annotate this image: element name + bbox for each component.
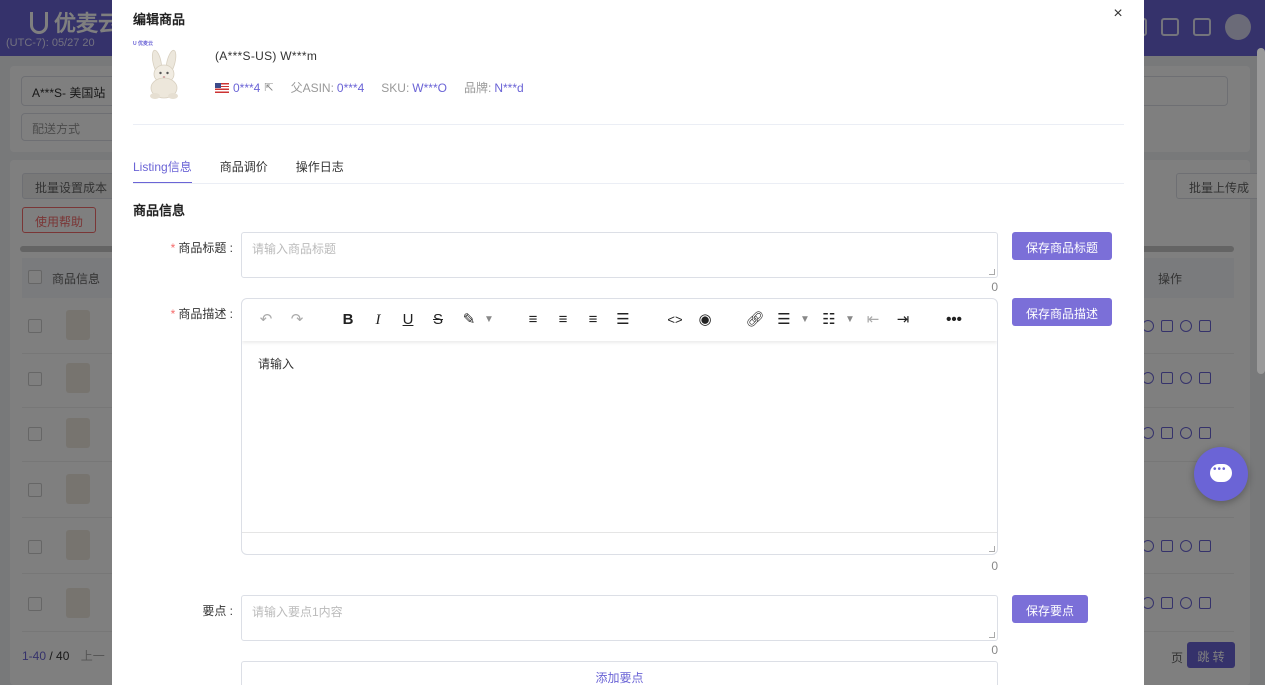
numbered-list-icon[interactable]: ☷ xyxy=(820,309,838,331)
title-placeholder: 请输入商品标题 xyxy=(252,242,337,256)
align-right-icon[interactable]: ≡ xyxy=(584,309,602,331)
title-char-count: 0 xyxy=(991,280,998,294)
desc-label: * 商品描述 : xyxy=(170,307,233,321)
brand-label: 品牌: xyxy=(463,81,492,95)
outdent-icon[interactable]: ⇤ xyxy=(864,309,882,331)
parent-asin-value[interactable]: 0***4 xyxy=(337,81,364,95)
more-icon[interactable]: ••• xyxy=(944,309,964,331)
undo-icon[interactable]: ↶ xyxy=(257,309,275,331)
save-bullet-button[interactable]: 保存要点 xyxy=(1012,595,1089,623)
asin-link[interactable]: 0***4 xyxy=(233,81,260,95)
tab-bar: Listing信息 商品调价 操作日志 xyxy=(133,150,372,184)
sku-value[interactable]: W***O xyxy=(412,81,447,95)
product-image-logo: U 优麦云 xyxy=(133,41,154,47)
bullet-char-count: 0 xyxy=(991,643,998,657)
align-center-icon[interactable]: ≡ xyxy=(554,309,572,331)
title-input[interactable]: 请输入商品标题 xyxy=(241,232,998,278)
modal-title: 编辑商品 xyxy=(133,12,186,27)
italic-icon[interactable]: I xyxy=(369,309,387,331)
tab-price-adjust[interactable]: 商品调价 xyxy=(220,150,268,184)
tab-divider xyxy=(133,183,1124,184)
align-justify-icon[interactable]: ☰ xyxy=(614,309,632,331)
underline-icon[interactable]: U xyxy=(399,309,417,331)
chevron-down-icon[interactable]: ▼ xyxy=(799,309,811,331)
strikethrough-icon[interactable]: S xyxy=(429,309,447,331)
rich-text-editor[interactable]: ↶ ↷ B I U S ✎ ▼ ≡ ≡ ≡ ☰ <> ◉ 🔗︎ ☰ ▼ ☷ ▼ … xyxy=(241,298,998,555)
editor-toolbar: ↶ ↷ B I U S ✎ ▼ ≡ ≡ ≡ ☰ <> ◉ 🔗︎ ☰ ▼ ☷ ▼ … xyxy=(242,299,997,341)
chat-icon xyxy=(1210,464,1232,482)
bold-icon[interactable]: B xyxy=(339,309,357,331)
product-meta: 0***4 ⇱ 父ASIN: 0***4 SKU: W***O 品牌: N***… xyxy=(215,79,524,96)
page-scrollbar[interactable] xyxy=(1257,48,1265,374)
chat-button[interactable] xyxy=(1194,447,1248,501)
sku-label: SKU: xyxy=(381,80,410,95)
parent-asin-label: 父ASIN: xyxy=(290,81,334,95)
bullet-list-icon[interactable]: ☰ xyxy=(775,309,793,331)
resize-handle-icon[interactable] xyxy=(989,546,995,552)
bunny-image xyxy=(150,49,178,99)
editor-body[interactable]: 请输入 xyxy=(258,355,294,372)
editor-statusbar xyxy=(242,532,997,554)
tab-operation-log[interactable]: 操作日志 xyxy=(296,150,344,184)
external-link-icon[interactable]: ⇱ xyxy=(264,81,273,94)
product-name: (A***S-US) W***m xyxy=(215,49,318,63)
tab-listing[interactable]: Listing信息 xyxy=(133,150,192,184)
preview-eye-icon[interactable]: ◉ xyxy=(694,309,716,331)
product-image: U 优麦云 xyxy=(133,40,195,102)
us-flag-icon xyxy=(215,82,229,93)
brand-value[interactable]: N***d xyxy=(494,81,523,95)
save-title-button[interactable]: 保存商品标题 xyxy=(1012,232,1113,260)
desc-char-count: 0 xyxy=(991,559,998,573)
redo-icon[interactable]: ↷ xyxy=(288,309,306,331)
close-icon[interactable]: × xyxy=(1110,6,1126,22)
bullet-label: 要点 : xyxy=(202,604,233,618)
bullet-placeholder: 请输入要点1内容 xyxy=(252,605,343,619)
save-desc-button[interactable]: 保存商品描述 xyxy=(1012,298,1113,326)
required-mark: * xyxy=(170,241,176,255)
link-icon[interactable]: 🔗︎ xyxy=(745,309,765,331)
align-left-icon[interactable]: ≡ xyxy=(524,309,542,331)
highlight-icon[interactable]: ✎ xyxy=(459,309,479,331)
title-label: * 商品标题 : xyxy=(170,241,233,255)
required-mark: * xyxy=(170,307,176,321)
add-bullet-button[interactable]: 添加要点 xyxy=(241,661,998,685)
chevron-down-icon[interactable]: ▼ xyxy=(483,309,495,331)
edit-product-modal: 编辑商品 × U 优麦云 (A***S-US) W***m 0***4 ⇱ 父A… xyxy=(112,0,1144,685)
resize-handle-icon[interactable] xyxy=(989,269,995,275)
indent-icon[interactable]: ⇥ xyxy=(894,309,912,331)
header-divider xyxy=(133,124,1124,125)
resize-handle-icon[interactable] xyxy=(989,632,995,638)
section-title: 商品信息 xyxy=(133,203,186,218)
bullet-input[interactable]: 请输入要点1内容 xyxy=(241,595,998,641)
chevron-down-icon[interactable]: ▼ xyxy=(844,309,856,331)
code-icon[interactable]: <> xyxy=(664,309,686,331)
